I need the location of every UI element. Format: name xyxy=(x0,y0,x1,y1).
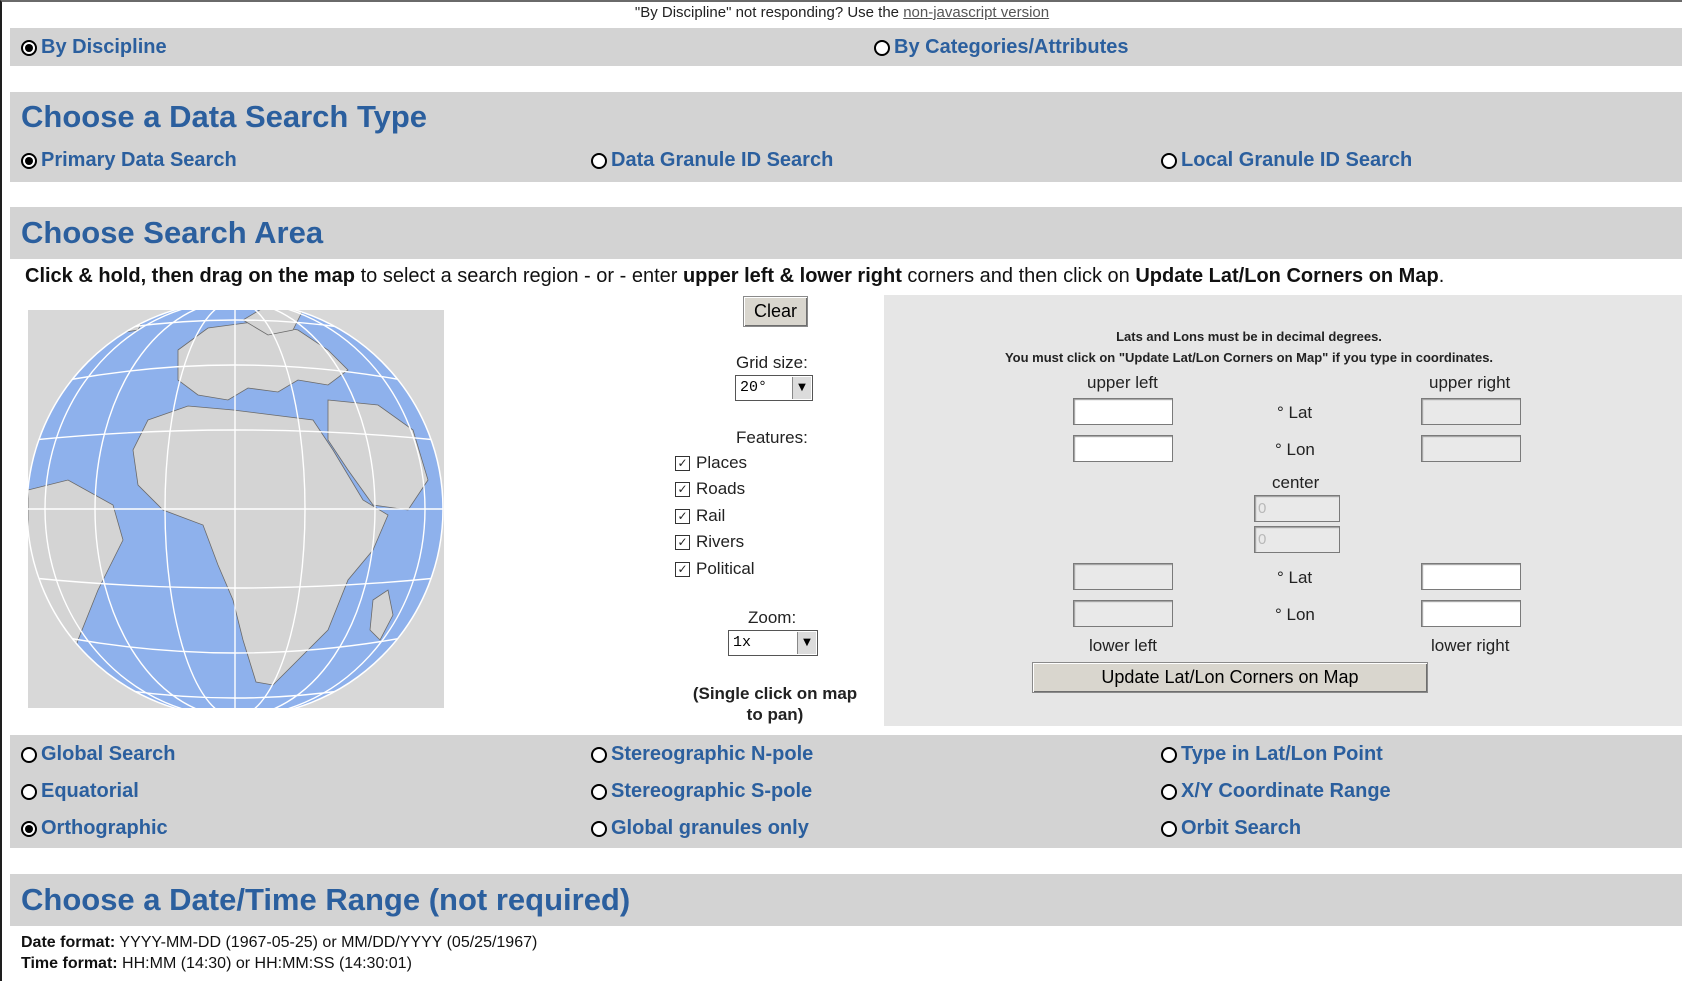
radio-selected-icon xyxy=(21,152,37,169)
section-heading: Choose Search Area xyxy=(21,215,324,250)
upper-right-label: upper right xyxy=(1429,373,1511,392)
orbit-search-radio[interactable]: Orbit Search xyxy=(1161,817,1301,840)
global-search-radio[interactable]: Global Search xyxy=(21,743,176,766)
orthographic-radio[interactable]: Orthographic xyxy=(21,817,168,840)
checkbox-checked-icon: ✓ xyxy=(675,481,690,497)
coordinates-panel: Lats and Lons must be in decimal degrees… xyxy=(884,295,1682,726)
upper-left-lon-input[interactable] xyxy=(1073,435,1173,462)
radio-selected-icon xyxy=(21,39,37,56)
radio-unselected-icon xyxy=(874,39,890,56)
grid-size-label: Grid size: xyxy=(736,353,808,372)
radio-selected-icon xyxy=(21,820,37,837)
pan-note: (Single click on map to pan) xyxy=(692,684,858,724)
lower-right-lon-input[interactable] xyxy=(1421,600,1521,627)
type-lat-lon-point-radio[interactable]: Type in Lat/Lon Point xyxy=(1161,743,1383,766)
feature-rivers-checkbox[interactable]: ✓ Rivers xyxy=(675,532,744,552)
checkbox-checked-icon: ✓ xyxy=(675,508,690,524)
stereographic-s-pole-radio[interactable]: Stereographic S-pole xyxy=(591,780,812,803)
grid-size-select[interactable]: 20° ▼ xyxy=(735,375,813,401)
decimal-degrees-note: Lats and Lons must be in decimal degrees… xyxy=(1116,329,1382,344)
radio-unselected-icon xyxy=(591,820,607,837)
lat-label: ° Lat xyxy=(1277,403,1313,422)
projection-options: Global Search Equatorial Orthographic St… xyxy=(10,735,1682,848)
by-discipline-radio[interactable]: By Discipline xyxy=(21,36,167,59)
time-format-note: Time format: HH:MM (14:30) or HH:MM:SS (… xyxy=(21,955,412,972)
chevron-down-icon: ▼ xyxy=(797,632,816,654)
center-lat-input: 0 xyxy=(1254,495,1340,522)
local-granule-id-radio[interactable]: Local Granule ID Search xyxy=(1161,149,1412,172)
feature-places-checkbox[interactable]: ✓ Places xyxy=(675,453,747,473)
non-javascript-link[interactable]: non-javascript version xyxy=(903,4,1049,21)
lower-left-label: lower left xyxy=(1089,636,1158,655)
lon-label: ° Lon xyxy=(1275,605,1315,624)
top-note: "By Discipline" not responding? Use the … xyxy=(634,4,1050,21)
lower-right-lat-input[interactable] xyxy=(1421,563,1521,590)
zoom-select[interactable]: 1x ▼ xyxy=(728,630,818,656)
globe-map[interactable] xyxy=(26,300,444,718)
lower-left-lon-input xyxy=(1073,600,1173,627)
upper-right-lon-input xyxy=(1421,435,1521,462)
map-instructions: Click & hold, then drag on the map to se… xyxy=(25,265,1445,287)
data-search-type-section: Choose a Data Search Type Primary Data S… xyxy=(10,92,1682,182)
date-format-note: Date format: YYYY-MM-DD (1967-05-25) or … xyxy=(21,934,538,951)
radio-unselected-icon xyxy=(21,783,37,800)
by-categories-radio[interactable]: By Categories/Attributes xyxy=(874,36,1129,59)
upper-right-lat-input xyxy=(1421,398,1521,425)
update-note: You must click on "Update Lat/Lon Corner… xyxy=(1004,350,1494,365)
search-mode-bar: By Discipline By Categories/Attributes xyxy=(10,28,1682,66)
radio-unselected-icon xyxy=(591,152,607,169)
checkbox-checked-icon: ✓ xyxy=(675,561,690,577)
date-time-header: Choose a Date/Time Range (not required) xyxy=(10,874,1682,926)
section-heading: Choose a Data Search Type xyxy=(21,99,428,134)
global-granules-only-radio[interactable]: Global granules only xyxy=(591,817,809,840)
chevron-down-icon: ▼ xyxy=(792,377,811,399)
lat-label: ° Lat xyxy=(1277,568,1313,587)
center-lon-input: 0 xyxy=(1254,526,1340,553)
radio-unselected-icon xyxy=(1161,820,1177,837)
clear-button[interactable]: Clear xyxy=(743,296,808,327)
search-map[interactable] xyxy=(26,300,444,718)
radio-unselected-icon xyxy=(1161,746,1177,763)
checkbox-checked-icon: ✓ xyxy=(675,455,690,471)
checkbox-checked-icon: ✓ xyxy=(675,534,690,550)
upper-left-label: upper left xyxy=(1087,373,1158,392)
lon-label: ° Lon xyxy=(1275,440,1315,459)
upper-left-lat-input[interactable] xyxy=(1073,398,1173,425)
center-label: center xyxy=(1272,473,1320,492)
radio-unselected-icon xyxy=(1161,783,1177,800)
primary-data-search-radio[interactable]: Primary Data Search xyxy=(21,149,237,172)
radio-unselected-icon xyxy=(1161,152,1177,169)
feature-political-checkbox[interactable]: ✓ Political xyxy=(675,559,755,579)
section-heading: Choose a Date/Time Range (not required) xyxy=(21,882,631,917)
search-area-header: Choose Search Area xyxy=(10,207,1682,259)
xy-coordinate-range-radio[interactable]: X/Y Coordinate Range xyxy=(1161,780,1391,803)
radio-unselected-icon xyxy=(591,783,607,800)
feature-rail-checkbox[interactable]: ✓ Rail xyxy=(675,506,725,526)
features-label: Features: xyxy=(736,428,808,447)
equatorial-radio[interactable]: Equatorial xyxy=(21,780,139,803)
update-corners-button[interactable]: Update Lat/Lon Corners on Map xyxy=(1032,662,1428,693)
lower-left-lat-input xyxy=(1073,563,1173,590)
stereographic-n-pole-radio[interactable]: Stereographic N-pole xyxy=(591,743,813,766)
data-granule-id-radio[interactable]: Data Granule ID Search xyxy=(591,149,833,172)
lower-right-label: lower right xyxy=(1431,636,1510,655)
feature-roads-checkbox[interactable]: ✓ Roads xyxy=(675,479,745,499)
zoom-label: Zoom: xyxy=(748,608,797,627)
radio-unselected-icon xyxy=(591,746,607,763)
radio-unselected-icon xyxy=(21,746,37,763)
